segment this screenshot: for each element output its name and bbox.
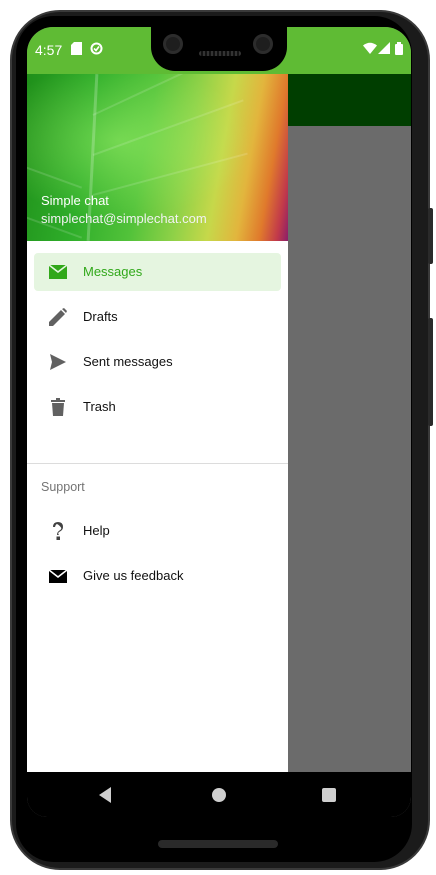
menu-item-label: Help <box>83 523 110 538</box>
home-icon[interactable] <box>212 788 226 802</box>
menu-item-label: Give us feedback <box>83 568 184 583</box>
volume-button <box>428 318 433 426</box>
section-title-support: Support <box>41 480 85 494</box>
mail-icon <box>48 262 68 282</box>
account-name: Simple chat <box>41 193 109 208</box>
sd-card-icon <box>71 42 82 58</box>
earpiece-speaker <box>199 51 241 56</box>
account-email: simplechat@simplechat.com <box>41 211 207 226</box>
send-icon <box>48 352 68 372</box>
menu-item-label: Trash <box>83 399 116 414</box>
menu-item-sent-messages[interactable]: Sent messages <box>34 343 281 381</box>
drawer-scrim[interactable] <box>288 126 411 772</box>
menu-item-trash[interactable]: Trash <box>34 388 281 426</box>
status-bar: 4:57 <box>27 27 411 74</box>
menu-item-feedback[interactable]: Give us feedback <box>34 557 281 595</box>
feedback-mail-icon <box>48 566 68 586</box>
menu-item-label: Sent messages <box>83 354 173 369</box>
drawer-header: Simple chat simplechat@simplechat.com <box>27 74 288 241</box>
leaf-image-rib <box>92 99 244 156</box>
menu-item-label: Messages <box>83 264 143 279</box>
power-button <box>428 208 433 264</box>
sync-icon <box>90 42 103 58</box>
status-time: 4:57 <box>35 42 63 58</box>
app-toolbar <box>288 74 411 126</box>
navigation-drawer: Simple chat simplechat@simplechat.com Me… <box>27 74 288 772</box>
signal-icon <box>378 42 390 57</box>
front-camera-icon <box>163 34 183 54</box>
back-icon[interactable] <box>99 787 111 803</box>
camera-notch <box>151 27 287 71</box>
leaf-image-rib <box>27 134 83 189</box>
drawer-divider <box>27 463 288 464</box>
wifi-icon <box>363 42 377 57</box>
phone-chin-speaker <box>158 840 278 848</box>
recent-apps-icon[interactable] <box>322 788 336 802</box>
pencil-icon <box>48 307 68 327</box>
system-navigation-bar <box>27 772 411 817</box>
front-sensor-icon <box>253 34 273 54</box>
battery-icon <box>395 42 403 58</box>
leaf-image-rib <box>92 152 248 196</box>
menu-item-label: Drafts <box>83 309 118 324</box>
menu-item-drafts[interactable]: Drafts <box>34 298 281 336</box>
trash-icon <box>48 397 68 417</box>
menu-item-messages[interactable]: Messages <box>34 253 281 291</box>
screen: 4:57 Simple chat simplechat@simplechat.c… <box>27 27 411 817</box>
help-icon <box>48 521 68 541</box>
menu-item-help[interactable]: Help <box>34 512 281 550</box>
